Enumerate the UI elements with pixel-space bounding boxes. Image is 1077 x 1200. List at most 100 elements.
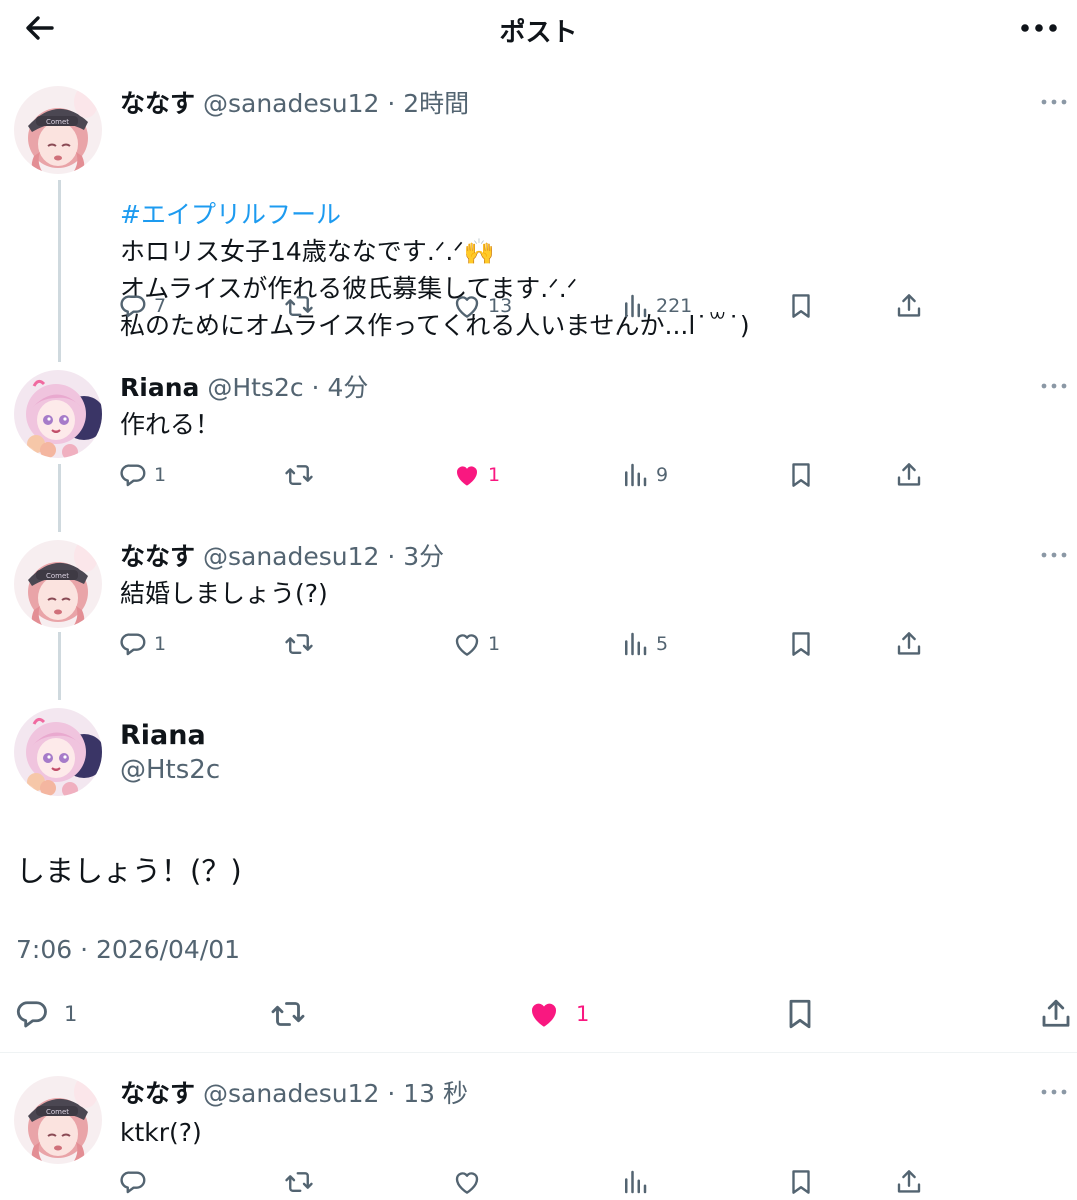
avatar[interactable] xyxy=(14,370,102,458)
reply-button[interactable]: 1 xyxy=(118,455,166,495)
share-icon xyxy=(894,291,924,321)
user-handle[interactable]: @sanadesu12 xyxy=(203,542,379,571)
reply-count: 1 xyxy=(154,464,167,486)
tweet-header: ななす @sanadesu12 · 3分 xyxy=(120,537,444,573)
view-count: 221 xyxy=(656,295,693,317)
like-button[interactable]: 13 xyxy=(452,286,512,326)
post-timestamp[interactable]: 7:06 · 2026/04/01 xyxy=(16,935,240,964)
views-icon xyxy=(620,1167,650,1197)
view-count: 5 xyxy=(656,633,669,655)
views-icon xyxy=(620,291,650,321)
bookmark-icon xyxy=(786,629,816,659)
avatar[interactable] xyxy=(14,708,102,796)
retweet-button[interactable] xyxy=(284,624,314,664)
retweet-icon xyxy=(284,460,314,490)
share-button[interactable] xyxy=(1038,994,1074,1034)
tweet-body: 作れる！ xyxy=(120,410,221,439)
share-button[interactable] xyxy=(894,1162,924,1200)
more-icon[interactable] xyxy=(1039,549,1069,561)
reply-button[interactable]: 1 xyxy=(14,994,77,1034)
tweet-actions xyxy=(118,1162,938,1200)
tweet-header: ななす @sanadesu12 · 2時間 xyxy=(120,84,469,120)
like-count: 1 xyxy=(576,1002,590,1026)
display-name[interactable]: ななす xyxy=(120,89,195,118)
hashtag-link[interactable]: #エイプリルフール xyxy=(120,196,750,233)
tweet-header: ななす @sanadesu12 · 13 秒 xyxy=(120,1074,468,1110)
reply-button[interactable]: 7 xyxy=(118,286,166,326)
heart-icon xyxy=(452,1167,482,1197)
bookmark-icon xyxy=(786,460,816,490)
reply-button[interactable]: 1 xyxy=(118,624,166,664)
avatar[interactable] xyxy=(14,540,102,628)
bookmark-button[interactable] xyxy=(782,994,818,1034)
like-count: 1 xyxy=(488,464,501,486)
retweet-icon xyxy=(270,996,306,1032)
display-name[interactable]: ななす xyxy=(120,1079,195,1108)
like-button[interactable] xyxy=(452,1162,482,1200)
divider xyxy=(0,1052,1077,1053)
retweet-button[interactable] xyxy=(284,286,314,326)
user-handle[interactable]: @sanadesu12 xyxy=(203,89,379,118)
views-button[interactable]: 5 xyxy=(620,624,668,664)
share-button[interactable] xyxy=(894,455,924,495)
more-horizontal-icon[interactable] xyxy=(1019,10,1059,46)
tweet-actions: 1 1 9 xyxy=(118,455,938,495)
avatar[interactable] xyxy=(14,1076,102,1164)
heart-filled-icon xyxy=(526,996,562,1032)
display-name[interactable]: Riana xyxy=(120,720,206,751)
user-handle[interactable]: @Hts2c xyxy=(120,755,220,785)
views-button[interactable]: 221 xyxy=(620,286,692,326)
reply-icon xyxy=(118,1167,148,1197)
retweet-button[interactable] xyxy=(284,455,314,495)
heart-filled-icon xyxy=(452,460,482,490)
user-handle[interactable]: @Hts2c xyxy=(207,373,303,402)
views-icon xyxy=(620,460,650,490)
bookmark-button[interactable] xyxy=(786,1162,816,1200)
thread-line xyxy=(58,464,61,532)
bookmark-icon xyxy=(786,1167,816,1197)
post-time[interactable]: 3分 xyxy=(403,542,444,571)
top-bar: ポスト xyxy=(0,0,1077,56)
retweet-button[interactable] xyxy=(270,994,306,1034)
retweet-icon xyxy=(284,1167,314,1197)
post-time[interactable]: 13 秒 xyxy=(403,1079,468,1108)
separator-dot: · xyxy=(311,373,320,402)
tweet-body: しましょう！(？) xyxy=(16,854,242,888)
reply-button[interactable] xyxy=(118,1162,148,1200)
tweet-header: Riana @Hts2c · 4分 xyxy=(120,368,368,404)
share-button[interactable] xyxy=(894,286,924,326)
page-title: ポスト xyxy=(499,18,578,48)
tweet-body: 結婚しましょう(?) xyxy=(120,579,328,608)
retweet-button[interactable] xyxy=(284,1162,314,1200)
display-name[interactable]: Riana xyxy=(120,373,199,402)
like-button[interactable]: 1 xyxy=(452,624,500,664)
bookmark-button[interactable] xyxy=(786,624,816,664)
more-icon[interactable] xyxy=(1039,96,1069,108)
more-icon[interactable] xyxy=(1039,1086,1069,1098)
bookmark-button[interactable] xyxy=(786,455,816,495)
views-button[interactable] xyxy=(620,1162,650,1200)
avatar[interactable] xyxy=(14,86,102,174)
like-button[interactable]: 1 xyxy=(452,455,500,495)
tweet-actions: 1 1 5 xyxy=(118,624,938,664)
bookmark-button[interactable] xyxy=(786,286,816,326)
share-button[interactable] xyxy=(894,624,924,664)
post-time[interactable]: 2時間 xyxy=(403,89,469,118)
tweet-actions: 1 1 xyxy=(14,994,1074,1038)
post-time[interactable]: 4分 xyxy=(327,373,368,402)
share-icon xyxy=(894,629,924,659)
like-button[interactable]: 1 xyxy=(526,994,589,1034)
heart-icon xyxy=(452,629,482,659)
views-button[interactable]: 9 xyxy=(620,455,668,495)
reply-count: 1 xyxy=(154,633,167,655)
tweet-actions: 7 13 221 xyxy=(118,286,938,326)
bookmark-icon xyxy=(786,291,816,321)
reply-icon xyxy=(118,460,148,490)
more-icon[interactable] xyxy=(1039,380,1069,392)
display-name[interactable]: ななす xyxy=(120,542,195,571)
separator-dot: · xyxy=(387,89,396,118)
user-handle[interactable]: @sanadesu12 xyxy=(203,1079,379,1108)
bookmark-icon xyxy=(782,996,818,1032)
retweet-icon xyxy=(284,291,314,321)
share-icon xyxy=(1038,996,1074,1032)
